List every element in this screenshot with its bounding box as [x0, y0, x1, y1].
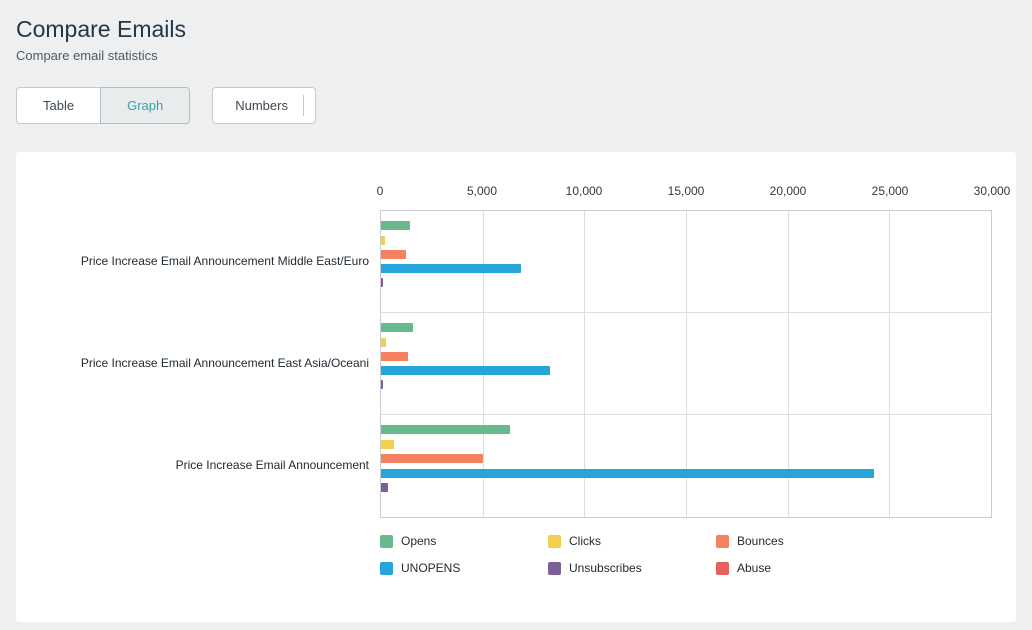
legend-label: UNOPENS — [401, 561, 460, 575]
compare-emails-chart: 05,00010,00015,00020,00025,00030,000 Pri… — [40, 184, 992, 518]
tab-table[interactable]: Table — [16, 87, 101, 124]
category-label: Price Increase Email Announcement East A… — [40, 312, 380, 414]
bar-unopens[interactable] — [381, 469, 874, 478]
legend-label: Bounces — [737, 534, 784, 548]
bar-clicks[interactable] — [381, 440, 394, 449]
plot-area — [380, 210, 992, 518]
bar-unsubscribes[interactable] — [381, 483, 388, 492]
chart-body: Price Increase Email Announcement Middle… — [40, 210, 992, 518]
bar-bounces[interactable] — [381, 454, 483, 463]
page-title: Compare Emails — [16, 16, 1016, 43]
bar-unopens[interactable] — [381, 366, 550, 375]
legend-item-unsubscribes[interactable]: Unsubscribes — [548, 561, 716, 575]
x-tick-label: 30,000 — [974, 184, 1011, 198]
legend-swatch — [380, 535, 393, 548]
bar-clicks[interactable] — [381, 338, 386, 347]
legend-item-abuse[interactable]: Abuse — [716, 561, 884, 575]
legend-swatch — [548, 562, 561, 575]
bar-unopens[interactable] — [381, 264, 521, 273]
legend-label: Abuse — [737, 561, 771, 575]
bar-opens[interactable] — [381, 425, 510, 434]
legend-label: Unsubscribes — [569, 561, 642, 575]
bar-group — [381, 415, 991, 517]
legend-swatch — [548, 535, 561, 548]
x-tick-label: 0 — [377, 184, 384, 198]
legend-item-clicks[interactable]: Clicks — [548, 534, 716, 548]
legend-swatch — [716, 562, 729, 575]
x-axis-ticks: 05,00010,00015,00020,00025,00030,000 — [380, 184, 992, 202]
chart-legend: Opens Clicks Bounces UNOPENS Unsubscribes Abu… — [380, 534, 992, 575]
x-tick-label: 20,000 — [770, 184, 807, 198]
page-subtitle: Compare email statistics — [16, 48, 1016, 63]
numbers-button[interactable]: Numbers — [212, 87, 316, 124]
category-label: Price Increase Email Announcement — [40, 414, 380, 516]
view-switcher: Table Graph — [16, 87, 190, 124]
legend-swatch — [716, 535, 729, 548]
x-tick-label: 10,000 — [566, 184, 603, 198]
numbers-button-label: Numbers — [235, 99, 288, 112]
legend-item-unopens[interactable]: UNOPENS — [380, 561, 548, 575]
bar-bounces[interactable] — [381, 352, 408, 361]
x-tick-label: 15,000 — [668, 184, 705, 198]
legend-swatch — [380, 562, 393, 575]
legend-item-opens[interactable]: Opens — [380, 534, 548, 548]
category-label: Price Increase Email Announcement Middle… — [40, 210, 380, 312]
legend-label: Opens — [401, 534, 436, 548]
legend-label: Clicks — [569, 534, 601, 548]
numbers-button-divider — [303, 95, 304, 116]
bar-unsubscribes[interactable] — [381, 278, 383, 287]
bar-unsubscribes[interactable] — [381, 380, 383, 389]
bar-opens[interactable] — [381, 221, 410, 230]
view-toolbar: Table Graph Numbers — [16, 87, 1016, 124]
x-axis: 05,00010,00015,00020,00025,00030,000 — [40, 184, 992, 210]
bar-group — [381, 313, 991, 415]
axis-spacer — [40, 184, 380, 210]
x-tick-label: 25,000 — [872, 184, 909, 198]
x-tick-label: 5,000 — [467, 184, 497, 198]
page-header: Compare Emails Compare email statistics — [0, 0, 1032, 63]
chart-panel: 0 5,000 10,000 15,000 20,000 25,000 30,000 Pri… — [16, 152, 1016, 622]
tab-graph[interactable]: Graph — [100, 87, 190, 124]
bar-group — [381, 211, 991, 313]
category-labels: Price Increase Email Announcement Middle… — [40, 210, 380, 518]
bar-clicks[interactable] — [381, 236, 385, 245]
legend-item-bounces[interactable]: Bounces — [716, 534, 884, 548]
bar-opens[interactable] — [381, 323, 413, 332]
bar-bounces[interactable] — [381, 250, 406, 259]
